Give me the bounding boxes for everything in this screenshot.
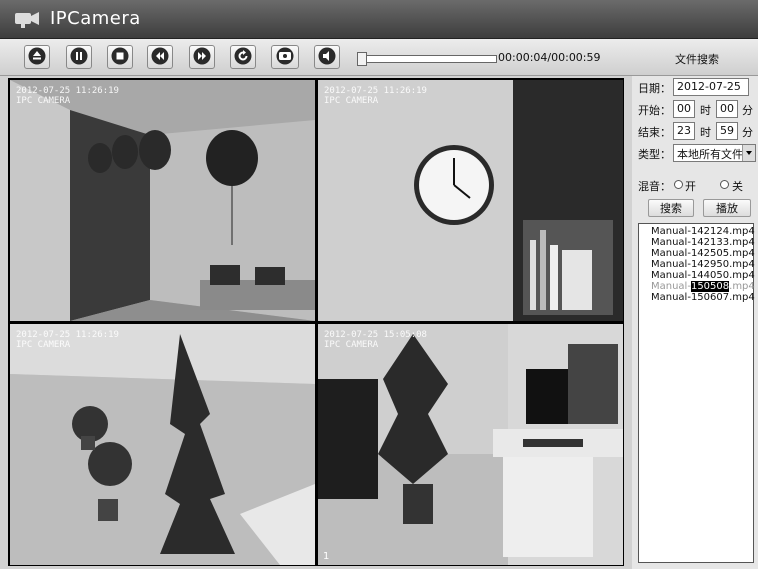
file-search-panel: 日期： 2012-07-25 开始： 00 时 00 分 结束： 23 时 59…: [632, 76, 758, 569]
eject-button[interactable]: [24, 45, 50, 69]
camera-3-label: IPC CAMERA: [16, 340, 71, 350]
app-window: IPCamera 00:00:04/00:00:59 文件搜索 2012-07-…: [0, 0, 758, 569]
mix-off-label: 关: [732, 180, 743, 193]
end-minute-field[interactable]: 59: [716, 122, 738, 140]
pause-icon: [70, 47, 88, 65]
file-item[interactable]: Manual-144050.mp4: [639, 270, 755, 281]
title-bar: IPCamera: [0, 0, 758, 39]
start-minute-unit: 分: [742, 104, 753, 117]
progress-slider-handle[interactable]: [357, 52, 367, 66]
file-item-highlight: 150508: [690, 281, 730, 292]
camera-1-image: [10, 80, 315, 321]
camera-view-4[interactable]: 2012-07-25 15:05:08 IPC CAMERA 1: [318, 324, 623, 565]
type-select[interactable]: 本地所有文件: [673, 144, 756, 162]
camera-2-label: IPC CAMERA: [324, 96, 379, 106]
date-field[interactable]: 2012-07-25: [673, 78, 749, 96]
file-item[interactable]: Manual-150607.mp4: [639, 292, 755, 303]
fast-forward-button[interactable]: [189, 45, 215, 69]
file-search-heading: 文件搜索: [675, 53, 719, 66]
mix-on-label: 开: [685, 180, 696, 193]
start-minute-field[interactable]: 00: [716, 100, 738, 118]
camera-4-image: [318, 324, 623, 565]
file-item-selected[interactable]: Manual-150508.mp4: [639, 281, 755, 292]
camera-grid: 2012-07-25 11:26:19 IPC CAMERA 2012-07-2…: [8, 78, 624, 566]
camera-4-channel-number: 1: [323, 551, 330, 562]
start-label: 开始：: [638, 104, 671, 117]
date-label: 日期：: [638, 82, 671, 95]
mix-off-radio[interactable]: [720, 180, 729, 189]
camera-view-2[interactable]: 2012-07-25 11:26:19 IPC CAMERA: [318, 80, 623, 321]
end-label: 结束：: [638, 126, 671, 139]
camera-2-image: [318, 80, 623, 321]
camera-view-1[interactable]: 2012-07-25 11:26:19 IPC CAMERA: [10, 80, 315, 321]
chevron-down-icon[interactable]: [742, 145, 755, 161]
camera-3-image: [10, 324, 315, 565]
eject-icon: [28, 47, 46, 65]
start-hour-unit: 时: [700, 104, 711, 117]
record-button[interactable]: [271, 45, 299, 69]
rewind-button[interactable]: [147, 45, 173, 69]
type-label: 类型：: [638, 148, 671, 161]
playback-progress-bar[interactable]: [357, 52, 497, 66]
type-select-value: 本地所有文件: [677, 148, 743, 161]
file-item[interactable]: Manual-142124.mp4: [639, 226, 755, 237]
refresh-button[interactable]: [230, 45, 256, 69]
app-title: IPCamera: [50, 8, 141, 29]
file-item[interactable]: Manual-142950.mp4: [639, 259, 755, 270]
file-item[interactable]: Manual-142133.mp4: [639, 237, 755, 248]
file-item-prefix: Manual-: [651, 281, 691, 292]
mute-button[interactable]: [314, 45, 340, 69]
record-icon: [276, 47, 294, 65]
refresh-icon: [234, 47, 252, 65]
camera-view-3[interactable]: 2012-07-25 11:26:19 IPC CAMERA: [10, 324, 315, 565]
stop-icon: [111, 47, 129, 65]
file-item[interactable]: Manual-142505.mp4: [639, 248, 755, 259]
speaker-icon: [318, 47, 336, 65]
mix-on-radio[interactable]: [674, 180, 683, 189]
search-button[interactable]: 搜索: [648, 199, 694, 217]
stop-button[interactable]: [107, 45, 133, 69]
file-list[interactable]: Manual-142124.mp4 Manual-142133.mp4 Manu…: [638, 223, 755, 563]
camera-4-label: IPC CAMERA: [324, 340, 379, 350]
pause-button[interactable]: [66, 45, 92, 69]
start-hour-field[interactable]: 00: [673, 100, 695, 118]
fast-forward-icon: [193, 47, 211, 65]
end-hour-unit: 时: [700, 126, 711, 139]
file-item-suffix: .mp4: [729, 281, 755, 292]
mix-label: 混音：: [638, 180, 671, 193]
camera-logo-icon: [15, 12, 39, 28]
end-hour-field[interactable]: 23: [673, 122, 695, 140]
rewind-icon: [151, 47, 169, 65]
play-button[interactable]: 播放: [703, 199, 751, 217]
camera-1-label: IPC CAMERA: [16, 96, 71, 106]
end-minute-unit: 分: [742, 126, 753, 139]
timecode: 00:00:04/00:00:59: [498, 51, 601, 64]
playback-toolbar: 00:00:04/00:00:59 文件搜索: [0, 39, 758, 76]
